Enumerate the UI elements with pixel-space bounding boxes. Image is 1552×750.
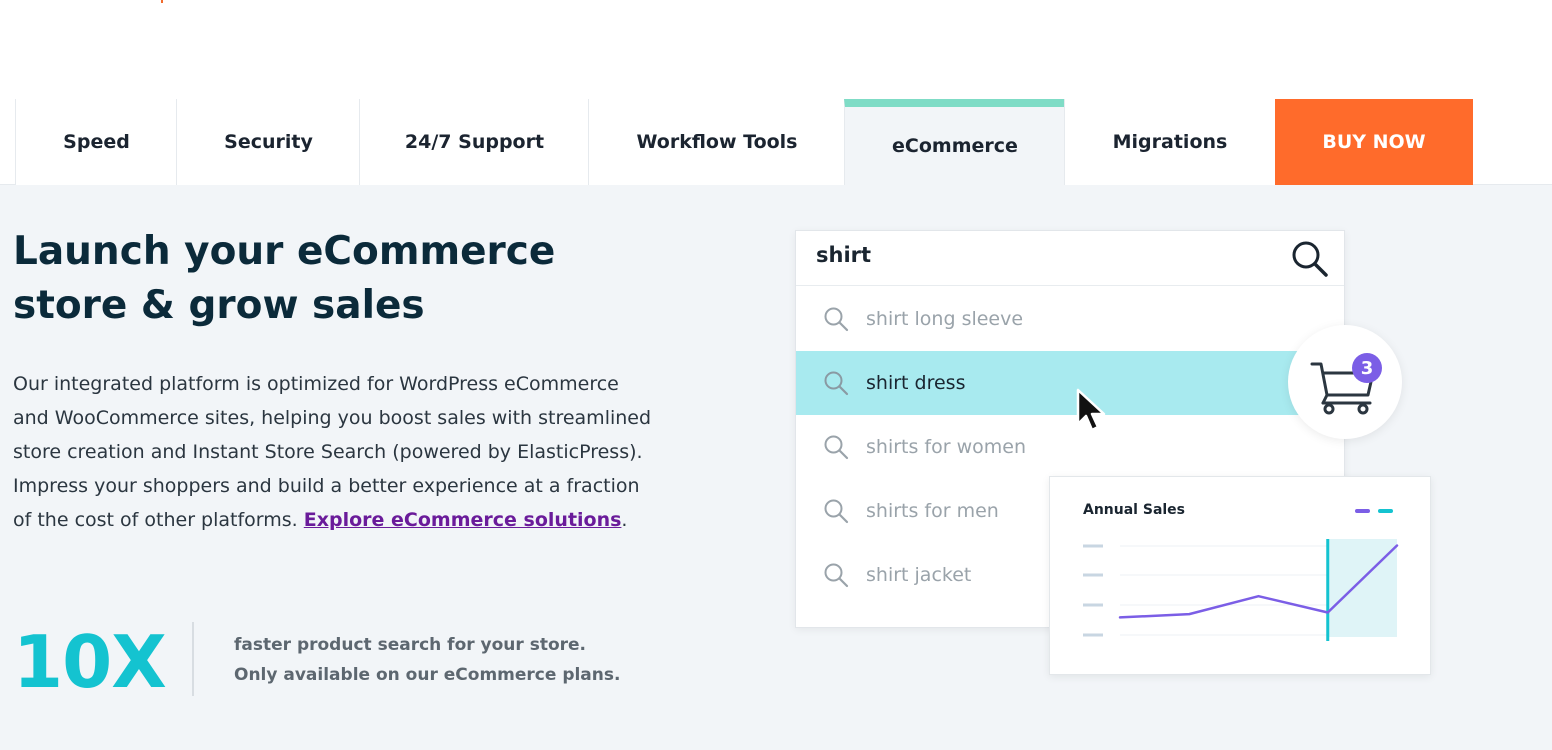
suggestion-label: shirt long sleeve bbox=[866, 308, 1024, 330]
tab-speed[interactable]: Speed bbox=[15, 99, 177, 185]
highlight-region bbox=[1327, 539, 1397, 637]
cart-count-badge: 3 bbox=[1352, 353, 1382, 383]
suggestion-label: shirts for women bbox=[866, 436, 1026, 458]
search-icon bbox=[824, 499, 849, 524]
feature-tabs: Speed Security 24/7 Support Workflow Too… bbox=[0, 99, 1552, 185]
search-icon bbox=[824, 371, 849, 396]
tab-support[interactable]: 24/7 Support bbox=[359, 99, 589, 185]
search-icon bbox=[1292, 241, 1328, 277]
search-bar: shirt bbox=[796, 231, 1344, 286]
top-header bbox=[0, 0, 1552, 99]
suggestion-item: shirt long sleeve bbox=[796, 287, 1346, 351]
title-line-1: Launch your eCommerce bbox=[13, 229, 556, 274]
annual-sales-card: Annual Sales bbox=[1049, 476, 1431, 675]
page-title: Launch your eCommerce store & grow sales bbox=[13, 225, 573, 333]
suggestion-item-highlighted: shirt dress bbox=[796, 351, 1346, 415]
tab-migrations[interactable]: Migrations bbox=[1064, 99, 1275, 185]
suggestion-item: shirts for women bbox=[796, 415, 1346, 479]
title-line-2: store & grow sales bbox=[13, 283, 425, 328]
suggestion-label: shirt dress bbox=[866, 372, 966, 394]
search-icon bbox=[824, 435, 849, 460]
description-period: . bbox=[621, 509, 628, 531]
mouse-cursor-icon bbox=[1076, 388, 1106, 432]
tab-workflow-tools[interactable]: Workflow Tools bbox=[588, 99, 845, 185]
stat-divider bbox=[192, 622, 194, 696]
tab-security[interactable]: Security bbox=[176, 99, 360, 185]
search-icon bbox=[824, 307, 849, 332]
explore-ecommerce-link[interactable]: Explore eCommerce solutions bbox=[304, 509, 622, 531]
hero-description: Our integrated platform is optimized for… bbox=[13, 367, 653, 537]
logo-fragment bbox=[161, 0, 163, 3]
suggestion-label: shirts for men bbox=[866, 500, 999, 522]
suggestion-label: shirt jacket bbox=[866, 564, 972, 586]
cart-bubble bbox=[1288, 325, 1402, 439]
buy-now-button[interactable]: BUY NOW bbox=[1275, 99, 1473, 185]
tab-ecommerce[interactable]: eCommerce bbox=[844, 99, 1065, 185]
search-query: shirt bbox=[816, 243, 872, 267]
stat-text: faster product search for your store. On… bbox=[234, 635, 621, 685]
annual-sales-chart bbox=[1083, 509, 1399, 641]
shopping-cart-icon bbox=[1310, 362, 1375, 415]
stat-value: 10X bbox=[13, 620, 167, 704]
search-icon bbox=[824, 563, 849, 588]
description-text: Our integrated platform is optimized for… bbox=[13, 373, 652, 531]
